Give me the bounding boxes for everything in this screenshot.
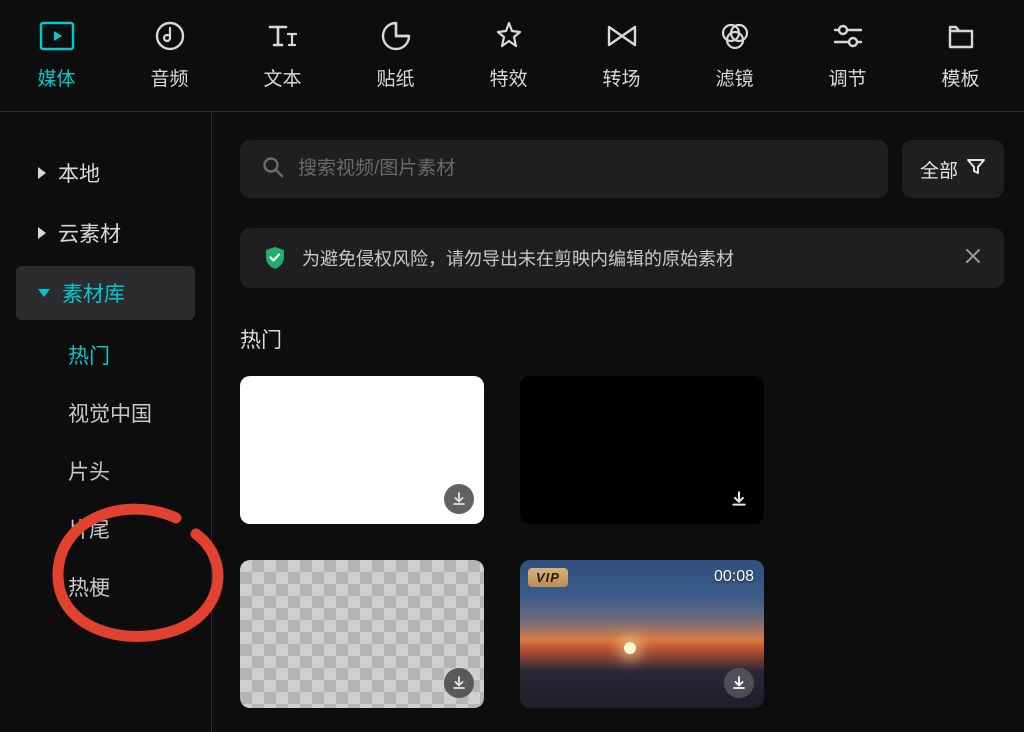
asset-thumb-sunset[interactable]: VIP 00:08	[520, 560, 764, 708]
asset-thumb-black[interactable]	[520, 376, 764, 524]
filter-all-button[interactable]: 全部	[902, 140, 1004, 198]
duration-label: 00:08	[714, 568, 754, 586]
sun-graphic	[624, 642, 636, 654]
nav-label: 转场	[602, 64, 640, 91]
audio-icon	[152, 18, 188, 54]
transition-icon	[604, 18, 640, 54]
thumbnail-grid: VIP 00:08	[240, 376, 1004, 708]
filter-icon	[966, 157, 986, 181]
content-panel: 全部 为避免侵权风险，请勿导出未在剪映内编辑的原始素材 热门	[212, 112, 1024, 732]
nav-audio[interactable]: 音频	[113, 18, 226, 91]
nav-label: 音频	[150, 64, 188, 91]
chevron-right-icon	[38, 167, 46, 179]
nav-adjust[interactable]: 调节	[791, 18, 904, 91]
section-title: 热门	[240, 324, 1004, 354]
sidebar-item-label: 片尾	[68, 519, 110, 542]
chevron-down-icon	[38, 289, 50, 297]
sidebar-group-label: 云素材	[58, 218, 121, 248]
close-icon[interactable]	[964, 247, 982, 269]
sidebar-item-meme[interactable]: 热梗	[0, 558, 211, 616]
sidebar-item-outro[interactable]: 片尾	[0, 500, 211, 558]
search-box[interactable]	[240, 140, 888, 198]
template-icon	[943, 18, 979, 54]
top-nav: 媒体 音频 文本 贴纸 特效 转场 滤镜	[0, 0, 1024, 112]
nav-label: 特效	[489, 64, 527, 91]
filter-icon	[717, 18, 753, 54]
nav-label: 文本	[263, 64, 301, 91]
search-row: 全部	[240, 140, 1004, 198]
sticker-icon	[378, 18, 414, 54]
effect-icon	[491, 18, 527, 54]
filter-button-label: 全部	[920, 156, 958, 183]
notice-text: 为避免侵权风险，请勿导出未在剪映内编辑的原始素材	[302, 245, 950, 271]
search-input[interactable]	[298, 158, 866, 180]
nav-label: 滤镜	[715, 64, 753, 91]
nav-filter[interactable]: 滤镜	[678, 18, 791, 91]
nav-media[interactable]: 媒体	[0, 18, 113, 91]
sidebar-item-label: 视觉中国	[68, 403, 152, 426]
chevron-right-icon	[38, 227, 46, 239]
sidebar-group-local[interactable]: 本地	[16, 146, 195, 200]
nav-label: 贴纸	[376, 64, 414, 91]
nav-effect[interactable]: 特效	[452, 18, 565, 91]
sidebar-item-intro[interactable]: 片头	[0, 442, 211, 500]
search-icon	[262, 156, 284, 183]
sidebar-item-label: 片头	[68, 461, 110, 484]
download-button[interactable]	[444, 668, 474, 698]
sidebar-group-label: 本地	[58, 158, 100, 188]
adjust-icon	[830, 18, 866, 54]
nav-label: 媒体	[37, 64, 75, 91]
sidebar-group-cloud[interactable]: 云素材	[16, 206, 195, 260]
nav-transition[interactable]: 转场	[565, 18, 678, 91]
sidebar: 本地 云素材 素材库 热门 视觉中国 片头 片尾 热梗	[0, 112, 212, 732]
nav-template[interactable]: 模板	[904, 18, 1017, 91]
asset-thumb-white[interactable]	[240, 376, 484, 524]
text-icon	[265, 18, 301, 54]
download-button[interactable]	[724, 484, 754, 514]
download-button[interactable]	[724, 668, 754, 698]
nav-label: 调节	[828, 64, 866, 91]
nav-text[interactable]: 文本	[226, 18, 339, 91]
sidebar-item-label: 热门	[68, 345, 110, 368]
copyright-notice: 为避免侵权风险，请勿导出未在剪映内编辑的原始素材	[240, 228, 1004, 288]
sidebar-group-library[interactable]: 素材库	[16, 266, 195, 320]
sidebar-item-hot[interactable]: 热门	[0, 326, 211, 384]
sidebar-item-label: 热梗	[68, 577, 110, 600]
nav-sticker[interactable]: 贴纸	[339, 18, 452, 91]
asset-thumb-transparent[interactable]	[240, 560, 484, 708]
main-area: 本地 云素材 素材库 热门 视觉中国 片头 片尾 热梗	[0, 112, 1024, 732]
shield-check-icon	[262, 245, 288, 271]
media-icon	[39, 18, 75, 54]
nav-label: 模板	[941, 64, 979, 91]
sidebar-group-label: 素材库	[62, 278, 125, 308]
download-button[interactable]	[444, 484, 474, 514]
vip-badge: VIP	[528, 568, 568, 587]
sidebar-item-vcg[interactable]: 视觉中国	[0, 384, 211, 442]
